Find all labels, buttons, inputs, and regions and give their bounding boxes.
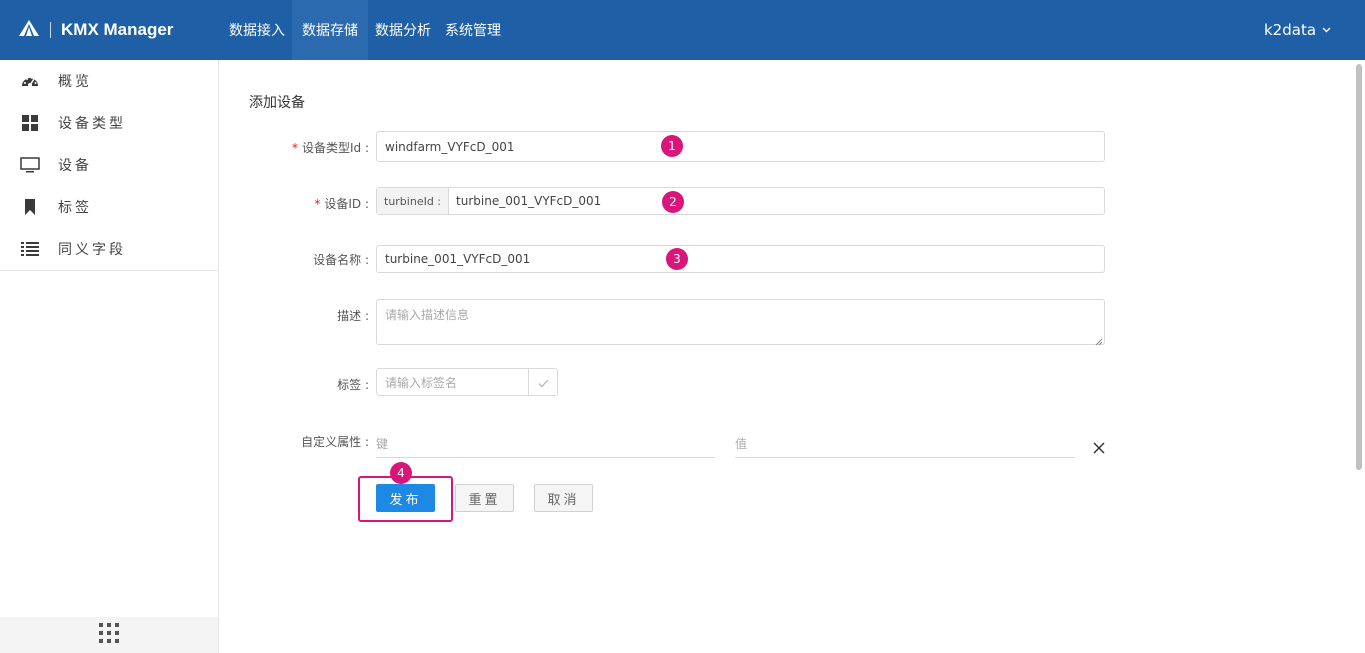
device-id-prefix: turbineId : bbox=[377, 188, 450, 214]
device-type-id-value: windfarm_VYFcD_001 bbox=[385, 139, 515, 154]
monitor-icon bbox=[20, 155, 40, 175]
resize-handle-icon[interactable] bbox=[1095, 335, 1103, 346]
device-type-id-field[interactable]: windfarm_VYFcD_001 bbox=[376, 131, 1105, 162]
device-name-value: turbine_001_VYFcD_001 bbox=[385, 252, 531, 266]
device-type-id-label: * 设备类型Id : bbox=[291, 141, 369, 155]
user-name: k2data bbox=[1264, 21, 1317, 39]
chevron-down-icon bbox=[1322, 25, 1331, 36]
annotation-badge-2: 2 bbox=[662, 191, 684, 213]
custom-attr-key-input[interactable]: 键 bbox=[376, 430, 715, 458]
device-name-field[interactable]: turbine_001_VYFcD_001 bbox=[376, 245, 1105, 273]
close-icon[interactable] bbox=[1092, 440, 1106, 454]
sidebar: 概览 设备类型 设备 标签 同义字段 bbox=[0, 60, 219, 653]
device-id-field[interactable]: turbineId : turbine_001_VYFcD_001 bbox=[376, 187, 1105, 215]
logo-icon bbox=[18, 19, 40, 41]
device-id-value: turbine_001_VYFcD_001 bbox=[456, 194, 602, 208]
brand-divider bbox=[50, 22, 51, 38]
list-icon bbox=[20, 239, 40, 259]
top-bar: KMX Manager 数据接入 数据存储 数据分析 系统管理 k2data bbox=[0, 0, 1365, 60]
publish-button[interactable]: 发布 bbox=[376, 484, 435, 512]
annotation-badge-3: 3 bbox=[666, 248, 688, 270]
sidebar-item-label: 设备 bbox=[58, 158, 92, 174]
tags-label: 标签 : bbox=[337, 378, 369, 392]
brand[interactable]: KMX Manager bbox=[18, 0, 173, 60]
device-name-label: 设备名称 : bbox=[313, 253, 369, 267]
custom-attr-key-placeholder: 键 bbox=[376, 437, 389, 451]
sidebar-collapse-button[interactable] bbox=[0, 617, 218, 653]
custom-attrs-label: 自定义属性 : bbox=[301, 435, 369, 449]
custom-attr-value-placeholder: 值 bbox=[735, 437, 748, 451]
nav-item-data-ingest[interactable]: 数据接入 bbox=[222, 0, 292, 60]
sidebar-item-label: 设备类型 bbox=[58, 116, 126, 132]
nav-item-data-storage[interactable]: 数据存储 bbox=[292, 0, 368, 60]
apps-grid-icon bbox=[98, 622, 120, 648]
sidebar-item-label: 标签 bbox=[58, 200, 92, 216]
page-title: 添加设备 bbox=[249, 95, 305, 111]
user-menu[interactable]: k2data bbox=[1264, 0, 1331, 60]
nav-item-system-admin[interactable]: 系统管理 bbox=[438, 0, 508, 60]
required-marker: * bbox=[314, 197, 321, 211]
sidebar-item-devices[interactable]: 设备 bbox=[0, 144, 218, 186]
description-placeholder: 请输入描述信息 bbox=[385, 308, 470, 322]
tag-input[interactable]: 请输入标签名 bbox=[376, 368, 558, 396]
sidebar-item-label: 概览 bbox=[58, 74, 92, 90]
sidebar-item-tags[interactable]: 标签 bbox=[0, 186, 218, 228]
reset-button[interactable]: 重置 bbox=[455, 484, 514, 512]
annotation-badge-4: 4 bbox=[390, 462, 412, 484]
sidebar-divider bbox=[0, 270, 218, 271]
check-icon bbox=[538, 373, 549, 392]
sidebar-item-overview[interactable]: 概览 bbox=[0, 60, 218, 102]
cancel-button[interactable]: 取消 bbox=[534, 484, 593, 512]
required-marker: * bbox=[291, 141, 298, 155]
scrollbar-thumb[interactable] bbox=[1356, 64, 1362, 470]
tag-confirm-button[interactable] bbox=[528, 369, 557, 395]
device-id-label: * 设备ID : bbox=[314, 197, 369, 211]
custom-attr-value-input[interactable]: 值 bbox=[735, 430, 1075, 458]
sidebar-item-label: 同义字段 bbox=[58, 242, 126, 258]
annotation-badge-1: 1 bbox=[661, 135, 683, 157]
bookmark-icon bbox=[20, 197, 40, 217]
nav-item-data-analysis[interactable]: 数据分析 bbox=[368, 0, 438, 60]
sidebar-item-device-types[interactable]: 设备类型 bbox=[0, 102, 218, 144]
grid-icon bbox=[20, 113, 40, 133]
description-label: 描述 : bbox=[337, 309, 369, 323]
sidebar-item-synonym-fields[interactable]: 同义字段 bbox=[0, 228, 218, 270]
app-title: KMX Manager bbox=[61, 20, 174, 39]
dashboard-icon bbox=[20, 71, 40, 91]
tag-input-placeholder: 请输入标签名 bbox=[385, 375, 458, 390]
description-textarea[interactable]: 请输入描述信息 bbox=[376, 299, 1105, 346]
main-nav: 数据接入 数据存储 数据分析 系统管理 bbox=[222, 0, 508, 60]
